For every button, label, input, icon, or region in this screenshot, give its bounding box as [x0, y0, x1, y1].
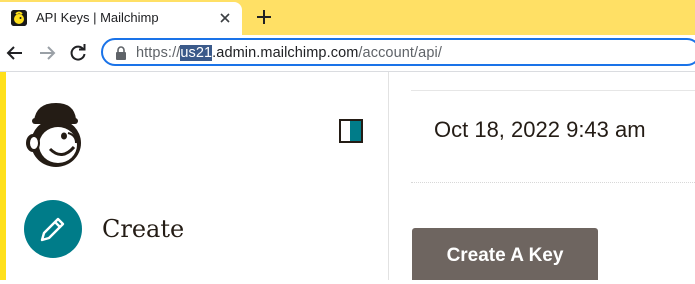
close-icon[interactable]: [218, 11, 232, 25]
url-path: /account/api/: [358, 45, 442, 61]
address-bar[interactable]: https://us21.admin.mailchimp.com/account…: [101, 38, 695, 66]
forward-arrow-icon[interactable]: [37, 43, 57, 63]
create-a-key-button[interactable]: Create A Key: [412, 228, 598, 280]
sidebar-item-create[interactable]: Create: [24, 198, 244, 258]
new-tab-plus-icon[interactable]: [253, 6, 275, 28]
divider: [411, 182, 695, 183]
reload-icon[interactable]: [68, 43, 88, 63]
tab-strip: API Keys | Mailchimp: [0, 0, 695, 35]
url-host: .admin.mailchimp.com: [212, 45, 359, 61]
sidebar-item-label: Create: [102, 215, 185, 243]
mailchimp-freddie-logo-icon[interactable]: [24, 99, 90, 169]
mailchimp-favicon-icon: [11, 10, 27, 26]
api-keys-main: Oct 18, 2022 9:43 am Create A Key: [389, 72, 695, 280]
panel-toggle-icon[interactable]: [339, 119, 363, 143]
key-created-date: Oct 18, 2022 9:43 am: [434, 117, 646, 142]
pencil-icon: [24, 200, 82, 258]
url-scheme: https://: [136, 45, 181, 61]
page-content: Create Oct 18, 2022 9:43 am Create A Key: [0, 72, 695, 280]
divider: [411, 90, 695, 91]
url-selected-text: us21: [180, 45, 213, 61]
sidebar: Create: [6, 72, 389, 280]
lock-icon: [115, 46, 127, 60]
panel-toggle-fill: [350, 121, 361, 141]
browser-toolbar: https://us21.admin.mailchimp.com/account…: [0, 35, 695, 72]
browser-tab[interactable]: API Keys | Mailchimp: [0, 2, 242, 35]
url-text: https://us21.admin.mailchimp.com/account…: [136, 45, 442, 61]
tab-title: API Keys | Mailchimp: [36, 10, 159, 25]
back-arrow-icon[interactable]: [5, 43, 25, 63]
